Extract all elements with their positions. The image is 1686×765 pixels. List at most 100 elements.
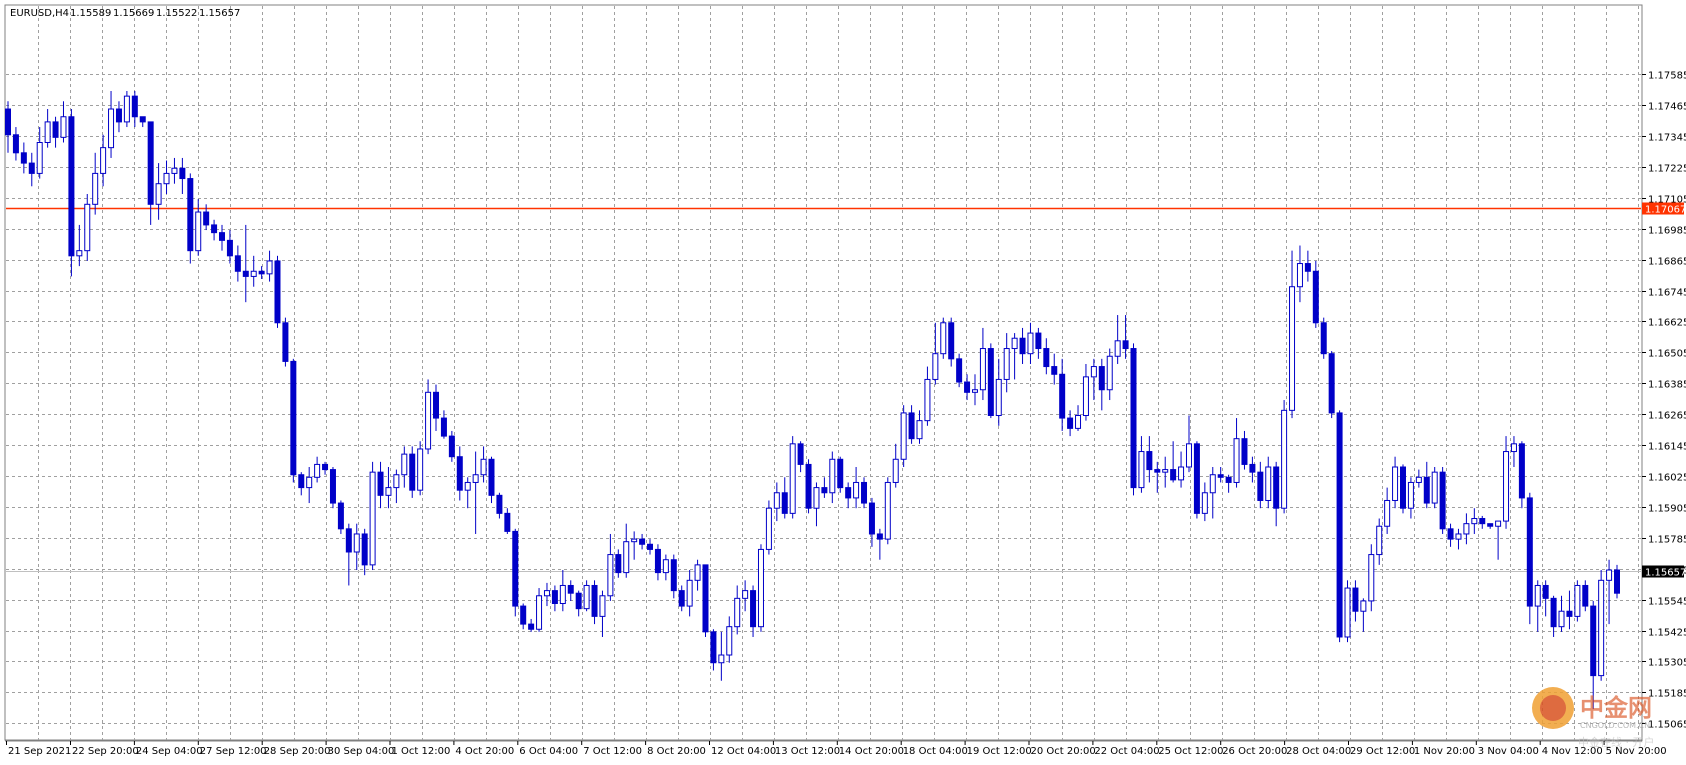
candle[interactable] [1328, 351, 1335, 419]
candle[interactable] [1320, 317, 1327, 359]
candle[interactable] [369, 461, 376, 571]
y-tick-label: 1.16145 [1648, 442, 1686, 453]
candle-body-bear [797, 443, 804, 465]
candle-body-bear [496, 494, 503, 514]
candle[interactable] [956, 353, 963, 388]
candle-body-bull [757, 548, 764, 628]
candle[interactable] [1193, 441, 1200, 519]
candle-body-bull [1265, 466, 1272, 501]
candle[interactable] [417, 441, 424, 496]
x-tick-label: 12 Oct 04:00 [711, 746, 776, 757]
candle-body-bull [1360, 600, 1367, 612]
watermark-site: CNGOLD.COM.CN [1580, 721, 1650, 730]
candle[interactable] [789, 436, 796, 519]
candle-body-bear [377, 471, 384, 496]
candle[interactable] [1130, 343, 1137, 496]
candle-body-bull [718, 654, 725, 664]
candle[interactable] [900, 405, 907, 468]
candle[interactable] [805, 459, 812, 514]
candle-body-bear [1518, 443, 1525, 499]
x-tick-label: 14 Oct 20:00 [839, 746, 904, 757]
candle-body-bear [591, 584, 598, 617]
candle-body-bull [773, 492, 780, 509]
candle-body-bear [1542, 584, 1549, 599]
candle[interactable] [274, 255, 281, 328]
candle-body-bear [329, 469, 336, 504]
candle[interactable] [948, 317, 955, 367]
candle-body-bear [1051, 366, 1058, 375]
watermark-logo-inner-icon [1540, 695, 1566, 721]
candle-body-bull [44, 121, 51, 143]
y-tick-label: 1.15425 [1648, 628, 1686, 639]
x-tick-label: 7 Oct 12:00 [583, 746, 642, 757]
candle[interactable] [987, 343, 994, 419]
candle-body-bull [1574, 584, 1581, 617]
candle-body-bull [1090, 366, 1097, 378]
candle-body-bear [1487, 523, 1494, 527]
candle[interactable] [1312, 260, 1319, 328]
chart-window[interactable]: 1.17585 1.17465 1.17345 1.17225 1.17105 1.169… [0, 0, 1686, 765]
candle[interactable] [68, 109, 75, 277]
candle-body-bull [662, 559, 669, 574]
candle-body-bull [250, 270, 257, 277]
candle-body-bear [512, 530, 519, 607]
x-tick-label: 18 Oct 04:00 [903, 746, 968, 757]
candle[interactable] [884, 477, 891, 545]
candle[interactable] [1574, 580, 1581, 622]
candle-body-bull [979, 348, 986, 391]
candle-body-bear [1582, 584, 1589, 607]
candle[interactable] [123, 90, 130, 128]
candle[interactable] [84, 194, 91, 261]
candle[interactable] [1526, 492, 1533, 625]
candle[interactable] [1439, 467, 1446, 534]
candle[interactable] [940, 317, 947, 359]
candle[interactable] [1399, 464, 1406, 514]
current-price-label: 1.15657 [1645, 568, 1686, 579]
y-tick-label: 1.17585 [1648, 71, 1686, 82]
candle-body-bull [742, 590, 749, 599]
candle-body-bull [76, 250, 83, 257]
candle[interactable] [1431, 467, 1438, 509]
candlestick-chart[interactable]: 1.175851.174651.173451.172251.171051.169… [0, 0, 1686, 765]
candle[interactable] [512, 528, 519, 617]
candle[interactable] [765, 500, 772, 555]
candle[interactable] [702, 564, 709, 637]
candle[interactable] [1336, 410, 1343, 643]
candle[interactable] [837, 456, 844, 493]
y-tick-label: 1.16265 [1648, 411, 1686, 422]
candle[interactable] [337, 500, 344, 534]
candle-body-bear [433, 391, 440, 419]
candle-body-bear [615, 554, 622, 574]
resistance-price-label: 1.17067 [1645, 205, 1686, 216]
candle-body-bull [1344, 587, 1351, 638]
candle[interactable] [1344, 580, 1351, 643]
candle-body-bear [211, 224, 218, 234]
candle[interactable] [757, 544, 764, 632]
candle[interactable] [409, 446, 416, 498]
x-tick-label: 3 Nov 04:00 [1478, 746, 1539, 757]
candle[interactable] [290, 358, 297, 483]
candle[interactable] [1598, 570, 1605, 681]
candle[interactable] [282, 317, 289, 367]
price-axis[interactable]: 1.175851.174651.173451.172251.171051.169… [1642, 71, 1686, 731]
candle[interactable] [1614, 564, 1620, 599]
candle-body-bear [702, 564, 709, 633]
candle-body-bull [559, 584, 566, 605]
candle-body-bear [1336, 412, 1343, 638]
candle-body-bull [401, 453, 408, 476]
candle-body-bull [1463, 523, 1470, 535]
candle[interactable] [1518, 441, 1525, 509]
candle-body-bull [1495, 520, 1502, 527]
candle-body-bull [417, 448, 424, 491]
time-axis[interactable]: 21 Sep 2021 22 Sep 20:0024 Sep 04:0027 Se… [6, 741, 1667, 757]
candle[interactable] [187, 173, 194, 264]
candle-body-bear [1146, 451, 1153, 471]
candle-body-bear [654, 548, 661, 574]
candle[interactable] [329, 467, 336, 509]
candle-body-bear [1067, 417, 1074, 429]
y-tick-label: 1.16865 [1648, 257, 1686, 268]
candle[interactable] [1368, 544, 1375, 612]
candle[interactable] [1281, 400, 1288, 514]
candle-body-bull [694, 564, 701, 581]
candle-body-bull [472, 474, 479, 483]
